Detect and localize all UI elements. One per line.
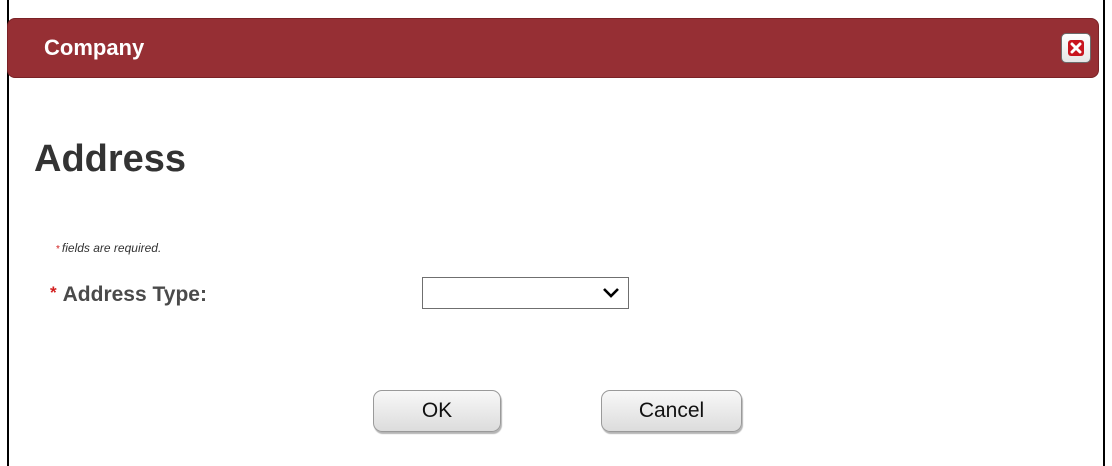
dialog-title: Company <box>44 35 145 60</box>
address-type-select[interactable] <box>422 277 629 309</box>
required-note-text: fields are required. <box>61 241 162 255</box>
close-icon <box>1068 40 1084 56</box>
address-type-label-text: Address Type: <box>62 283 207 306</box>
address-type-label: * Address Type: <box>50 282 207 309</box>
dialog-title-bar: Company <box>7 18 1099 78</box>
cancel-button[interactable]: Cancel <box>601 390 742 432</box>
required-fields-note: * fields are required. <box>56 240 161 258</box>
chevron-down-icon <box>603 288 619 298</box>
required-asterisk: * <box>50 283 57 302</box>
page-title: Address <box>34 138 187 180</box>
close-button[interactable] <box>1061 33 1091 63</box>
required-asterisk: * <box>56 244 60 255</box>
ok-button[interactable]: OK <box>373 390 501 432</box>
